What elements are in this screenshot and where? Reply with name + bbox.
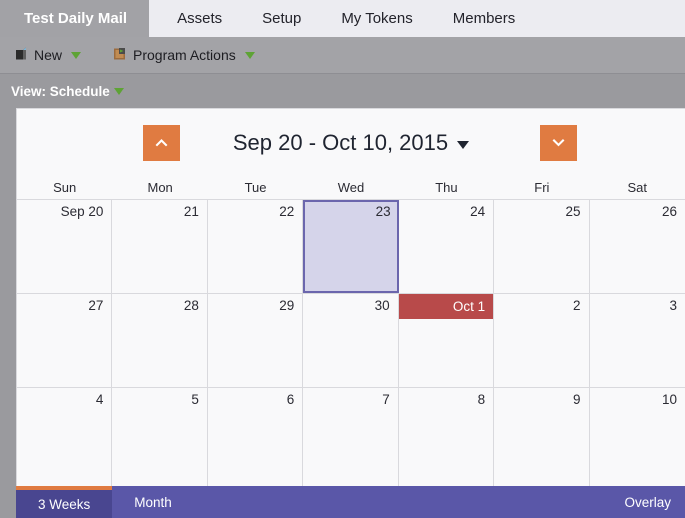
calendar-week-row: 27 28 29 30 Oct 1 2 3: [17, 294, 685, 388]
day-of-week-header-row: Sun Mon Tue Wed Thu Fri Sat: [17, 176, 685, 200]
day-number: 6: [286, 392, 295, 407]
calendar-header: Sep 20 - Oct 10, 2015: [17, 109, 685, 176]
tab-3-weeks[interactable]: 3 Weeks: [16, 486, 113, 518]
day-cell[interactable]: 5: [112, 388, 208, 486]
day-cell[interactable]: Sep 20: [17, 200, 113, 293]
day-cell[interactable]: 26: [589, 200, 685, 293]
month-start-label: Oct 1: [452, 299, 486, 314]
day-number: 7: [382, 392, 390, 407]
app-window: Test Daily Mail Assets Setup My Tokens M…: [0, 0, 685, 518]
day-number: 23: [375, 204, 391, 219]
nav-tab-my-tokens[interactable]: My Tokens: [321, 0, 432, 37]
nav-tab-label: My Tokens: [341, 10, 413, 27]
day-number: 29: [279, 298, 295, 313]
program-actions-button[interactable]: Program Actions: [113, 47, 255, 63]
nav-tab-assets[interactable]: Assets: [149, 0, 242, 37]
tabbar-spacer: [194, 486, 603, 518]
calendar-date-range-title[interactable]: Sep 20 - Oct 10, 2015: [232, 129, 470, 156]
dow-tue: Tue: [244, 180, 267, 195]
day-cell[interactable]: 9: [494, 388, 590, 486]
day-number: 27: [88, 298, 104, 313]
calendar-date-range-text: Sep 20 - Oct 10, 2015: [232, 129, 449, 155]
program-actions-icon: [113, 47, 128, 63]
day-number: 26: [661, 204, 677, 219]
nav-tab-label: Test Daily Mail: [24, 10, 128, 27]
calendar-view-tabbar: 3 Weeks Month Overlay: [16, 486, 685, 518]
calendar-panel: Sep 20 - Oct 10, 2015 Sun Mon Tue Wed Th…: [16, 108, 685, 486]
new-button-label: New: [34, 47, 63, 63]
new-button[interactable]: New: [14, 47, 82, 63]
dropdown-caret-icon[interactable]: [244, 51, 255, 59]
day-cell[interactable]: 4: [17, 388, 113, 486]
nav-tab-setup[interactable]: Setup: [242, 0, 321, 37]
action-toolbar: New Program Actions: [0, 37, 685, 74]
dropdown-caret-icon[interactable]: [113, 88, 124, 95]
tab-label: 3 Weeks: [38, 496, 91, 512]
day-number: 2: [573, 298, 581, 313]
day-cell[interactable]: 6: [207, 388, 304, 486]
day-cell[interactable]: 10: [589, 388, 685, 486]
day-number: 30: [374, 298, 390, 313]
day-cell[interactable]: 25: [494, 200, 590, 293]
day-cell[interactable]: 7: [303, 388, 399, 486]
nav-tab-label: Assets: [177, 10, 223, 27]
day-cell-selected[interactable]: 23: [303, 200, 399, 293]
day-number: 28: [183, 298, 199, 313]
nav-tab-label: Members: [452, 10, 516, 27]
day-number: 22: [279, 204, 295, 219]
day-number: 9: [573, 392, 581, 407]
chevron-up-icon: [155, 138, 168, 147]
day-cell[interactable]: 29: [207, 294, 304, 387]
view-selector-bar: View: Schedule: [0, 75, 685, 108]
main-navigation-bar: Test Daily Mail Assets Setup My Tokens M…: [0, 0, 685, 37]
day-number: 4: [95, 392, 104, 407]
nav-tab-members[interactable]: Members: [433, 0, 536, 37]
day-number: 5: [191, 392, 199, 407]
view-selector-label[interactable]: View: Schedule: [11, 84, 110, 99]
dow-sat: Sat: [627, 180, 648, 195]
program-actions-label: Program Actions: [133, 47, 236, 63]
day-number: 8: [477, 392, 486, 407]
day-cell[interactable]: 27: [17, 294, 113, 387]
day-number: Sep 20: [60, 204, 104, 219]
tab-label: Month: [134, 494, 172, 510]
dow-sun: Sun: [53, 180, 77, 195]
day-cell-month-start[interactable]: Oct 1: [398, 294, 495, 387]
previous-period-button[interactable]: [143, 124, 180, 161]
dow-mon: Mon: [147, 180, 173, 195]
day-cell[interactable]: 30: [303, 294, 399, 387]
day-number: 21: [183, 204, 199, 219]
dropdown-caret-icon[interactable]: [71, 51, 82, 59]
chevron-down-icon[interactable]: [457, 140, 470, 149]
dow-thu: Thu: [435, 180, 458, 195]
month-start-badge: Oct 1: [398, 294, 494, 319]
day-number: 3: [669, 298, 677, 313]
tab-month[interactable]: Month: [112, 486, 194, 518]
dow-fri: Fri: [534, 180, 550, 195]
new-document-icon: [14, 47, 29, 63]
next-period-button[interactable]: [540, 124, 577, 161]
tab-overlay[interactable]: Overlay: [602, 486, 685, 518]
day-cell[interactable]: 2: [494, 294, 590, 387]
day-number: 10: [661, 392, 677, 407]
calendar-week-row: 4 5 6 7 8 9 10: [17, 388, 685, 486]
day-number: 24: [470, 204, 486, 219]
nav-tab-label: Setup: [262, 10, 302, 27]
calendar-week-row: Sep 20 21 22 23 24 25 26: [17, 200, 685, 294]
day-cell[interactable]: 3: [589, 294, 685, 387]
day-cell[interactable]: 24: [398, 200, 495, 293]
dow-wed: Wed: [337, 180, 365, 195]
day-number: 25: [565, 204, 581, 219]
day-cell[interactable]: 22: [207, 200, 304, 293]
chevron-down-icon: [552, 138, 565, 147]
day-cell[interactable]: 28: [112, 294, 208, 387]
tab-label: Overlay: [624, 494, 671, 510]
day-cell[interactable]: 8: [398, 388, 495, 486]
day-cell[interactable]: 21: [112, 200, 208, 293]
nav-tab-test-daily-mail[interactable]: Test Daily Mail: [0, 0, 150, 37]
